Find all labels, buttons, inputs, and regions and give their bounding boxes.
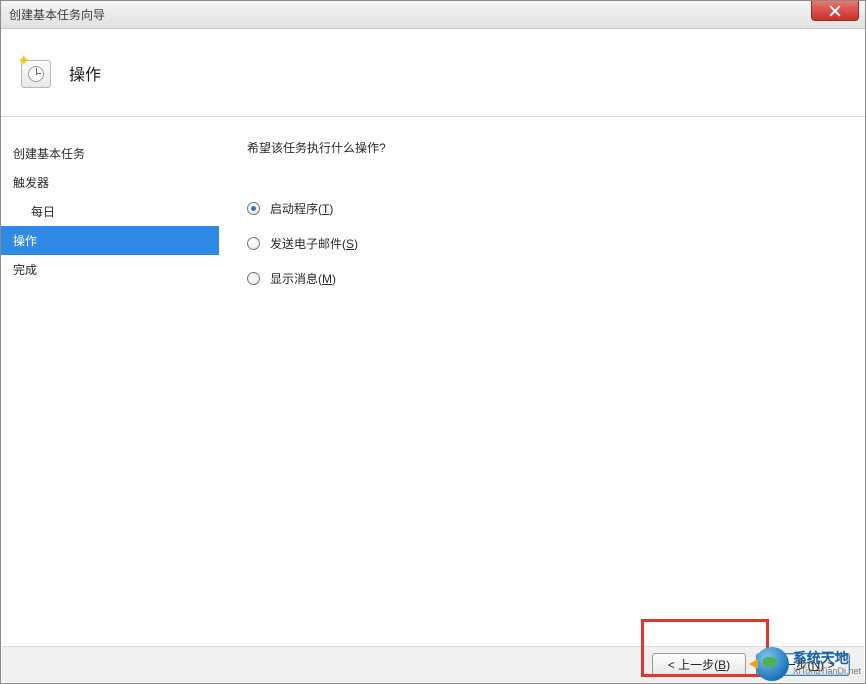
option-display-message[interactable]: 显示消息(M)	[247, 270, 845, 287]
watermark: 系统天地 XiTongTianDi.net	[751, 645, 865, 683]
footer: < 上一步(B) 下一步(N) >	[2, 646, 864, 682]
option-send-email[interactable]: 发送电子邮件(S)	[247, 235, 845, 252]
sidebar-item-create-task[interactable]: 创建基本任务	[1, 139, 219, 168]
sidebar-item-label: 触发器	[13, 176, 49, 190]
header: ✦ 操作	[1, 29, 865, 117]
radio-label: 显示消息(M)	[270, 270, 336, 287]
watermark-title: 系统天地	[793, 651, 861, 666]
sidebar-item-label: 完成	[13, 263, 37, 277]
arrow-icon	[749, 659, 758, 669]
radio-icon	[247, 237, 260, 250]
prompt-text: 希望该任务执行什么操作?	[247, 139, 845, 156]
close-button[interactable]	[811, 1, 859, 21]
sidebar: 创建基本任务 触发器 每日 操作 完成	[1, 117, 219, 647]
sidebar-item-label: 操作	[13, 234, 37, 248]
sidebar-item-label: 每日	[31, 205, 55, 219]
wizard-window: 创建基本任务向导 ✦ 操作 创建基本任务 触发器 每日	[0, 0, 866, 684]
option-start-program[interactable]: 启动程序(T)	[247, 200, 845, 217]
page-title: 操作	[69, 61, 101, 85]
close-icon	[829, 5, 841, 17]
sidebar-item-trigger[interactable]: 触发器	[1, 168, 219, 197]
sidebar-item-daily[interactable]: 每日	[1, 197, 219, 226]
sidebar-item-finish[interactable]: 完成	[1, 255, 219, 284]
radio-label: 启动程序(T)	[270, 200, 333, 217]
sidebar-item-action[interactable]: 操作	[1, 226, 219, 255]
content-pane: 希望该任务执行什么操作? 启动程序(T) 发送电子邮件(S) 显示消息(M)	[219, 117, 865, 647]
titlebar: 创建基本任务向导	[1, 1, 865, 29]
body: 创建基本任务 触发器 每日 操作 完成 希望该任务执行什么操作? 启动程序(T)	[1, 117, 865, 647]
globe-icon	[755, 647, 789, 681]
radio-label: 发送电子邮件(S)	[270, 235, 358, 252]
radio-icon	[247, 202, 260, 215]
back-button[interactable]: < 上一步(B)	[652, 653, 746, 676]
radio-icon	[247, 272, 260, 285]
window-title: 创建基本任务向导	[9, 6, 105, 23]
task-scheduler-icon: ✦	[17, 54, 55, 92]
watermark-url: XiTongTianDi.net	[793, 667, 861, 677]
sidebar-item-label: 创建基本任务	[13, 147, 85, 161]
